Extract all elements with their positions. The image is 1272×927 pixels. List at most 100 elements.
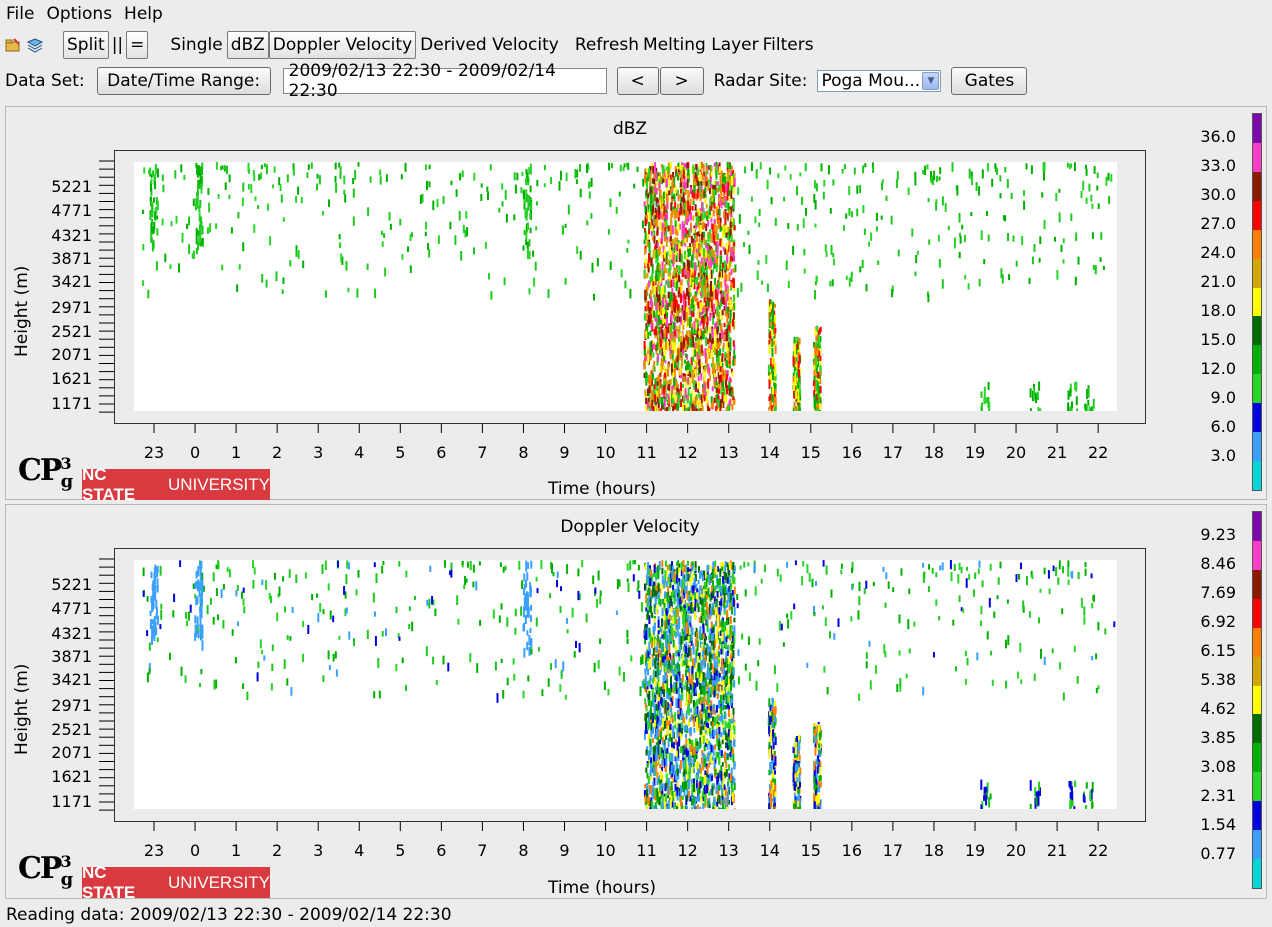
- radar-gate: [1097, 685, 1100, 690]
- radar-gate: [702, 163, 705, 173]
- x-tick-label: 19: [964, 443, 986, 462]
- radar-gate: [721, 367, 724, 376]
- doppler-title: Doppler Velocity: [560, 517, 700, 537]
- radar-gate: [564, 223, 567, 228]
- previous-button[interactable]: <: [616, 67, 659, 95]
- radar-gate: [679, 210, 682, 216]
- gates-button[interactable]: Gates: [951, 67, 1028, 95]
- open-book-icon[interactable]: [27, 37, 43, 53]
- radar-gate: [532, 250, 535, 257]
- radar-gate: [979, 620, 982, 627]
- radar-gate: [672, 271, 675, 277]
- radar-gate: [626, 629, 629, 638]
- radar-gate: [469, 561, 472, 571]
- radar-gate: [759, 162, 762, 170]
- radar-gate: [655, 302, 658, 311]
- radar-gate: [160, 603, 163, 610]
- date-time-range-button[interactable]: Date/Time Range:: [96, 67, 271, 95]
- radar-gate: [804, 163, 807, 172]
- radar-gate: [653, 178, 656, 185]
- radar-gate: [690, 338, 693, 348]
- radar-gate: [675, 244, 678, 252]
- radar-gate: [698, 408, 701, 411]
- radar-gate: [671, 354, 674, 359]
- radar-gate: [149, 196, 152, 202]
- radar-gate: [272, 184, 275, 189]
- radar-gate: [837, 618, 840, 627]
- radar-gate: [1074, 162, 1076, 171]
- radar-gate: [692, 215, 695, 221]
- radar-gate: [1069, 388, 1072, 397]
- radar-gate: [609, 198, 612, 208]
- split-button[interactable]: Split: [63, 31, 109, 59]
- radar-gate: [677, 331, 680, 339]
- radar-gate: [1093, 166, 1096, 174]
- radar-gate: [682, 169, 685, 179]
- radar-gate: [458, 210, 461, 221]
- radar-gate: [663, 206, 666, 216]
- next-button[interactable]: >: [659, 67, 704, 95]
- radar-gate: [1030, 165, 1033, 174]
- radar-gate: [672, 359, 675, 364]
- radar-gate: [681, 357, 684, 365]
- radar-gate: [547, 678, 550, 687]
- radar-gate: [733, 187, 735, 195]
- radar-gate: [425, 164, 427, 171]
- radar-gate: [661, 760, 664, 767]
- radar-gate: [161, 218, 164, 226]
- radar-gate: [668, 280, 671, 288]
- radar-gate: [261, 649, 264, 655]
- radar-gate: [935, 199, 938, 205]
- radar-gate: [646, 233, 649, 240]
- radar-gate: [322, 609, 325, 615]
- menu-options[interactable]: Options: [40, 4, 118, 24]
- radar-gate: [949, 560, 952, 570]
- radar-gate: [702, 221, 705, 228]
- radar-gate: [823, 180, 826, 187]
- doppler-velocity-toggle[interactable]: Doppler Velocity: [268, 31, 417, 59]
- radar-gate: [941, 562, 944, 571]
- radar-gate: [623, 163, 626, 168]
- radar-gate: [712, 231, 715, 240]
- radar-gate: [236, 584, 239, 591]
- refresh-button[interactable]: Refresh: [571, 35, 643, 55]
- single-button[interactable]: Single: [166, 35, 226, 55]
- radar-gate: [677, 290, 680, 298]
- equal-button[interactable]: =: [126, 31, 149, 59]
- radar-gate: [956, 185, 959, 196]
- radar-gate: [715, 165, 718, 173]
- radar-gate: [768, 344, 771, 354]
- radar-gate: [1041, 192, 1044, 198]
- radar-gate: [679, 367, 682, 375]
- radar-gate: [661, 296, 664, 307]
- radar-gate: [661, 329, 664, 340]
- radar-site-select[interactable]: Poga Mou... ▼: [817, 70, 942, 92]
- radar-gate: [958, 562, 961, 570]
- radar-gate: [706, 389, 709, 395]
- radar-gate: [829, 280, 832, 287]
- radar-gate: [1051, 648, 1054, 654]
- radar-gate: [431, 596, 434, 605]
- radar-gate: [659, 189, 662, 198]
- filters-button[interactable]: Filters: [763, 35, 818, 55]
- radar-gate: [862, 205, 865, 214]
- menu-help[interactable]: Help: [118, 4, 169, 24]
- menu-file[interactable]: File: [0, 4, 40, 24]
- radar-gate: [970, 212, 973, 217]
- radar-gate: [789, 174, 792, 180]
- radar-gate: [690, 235, 693, 244]
- radar-gate: [615, 206, 618, 214]
- radar-gate: [704, 352, 707, 359]
- open-folder-icon[interactable]: [5, 37, 21, 53]
- chevron-down-icon[interactable]: ▼: [922, 72, 940, 90]
- pause-button[interactable]: ||: [109, 35, 126, 55]
- radar-gate: [971, 176, 974, 186]
- date-range-field[interactable]: 2009/02/13 22:30 - 2009/02/14 22:30: [282, 61, 607, 101]
- radar-gate: [696, 276, 699, 286]
- radar-gate: [926, 164, 929, 170]
- radar-gate: [661, 270, 664, 279]
- derived-velocity-button[interactable]: Derived Velocity: [416, 35, 563, 55]
- melting-layer-button[interactable]: Melting Layer: [643, 35, 763, 55]
- radar-gate: [288, 569, 291, 578]
- dbz-toggle[interactable]: dBZ: [226, 31, 269, 59]
